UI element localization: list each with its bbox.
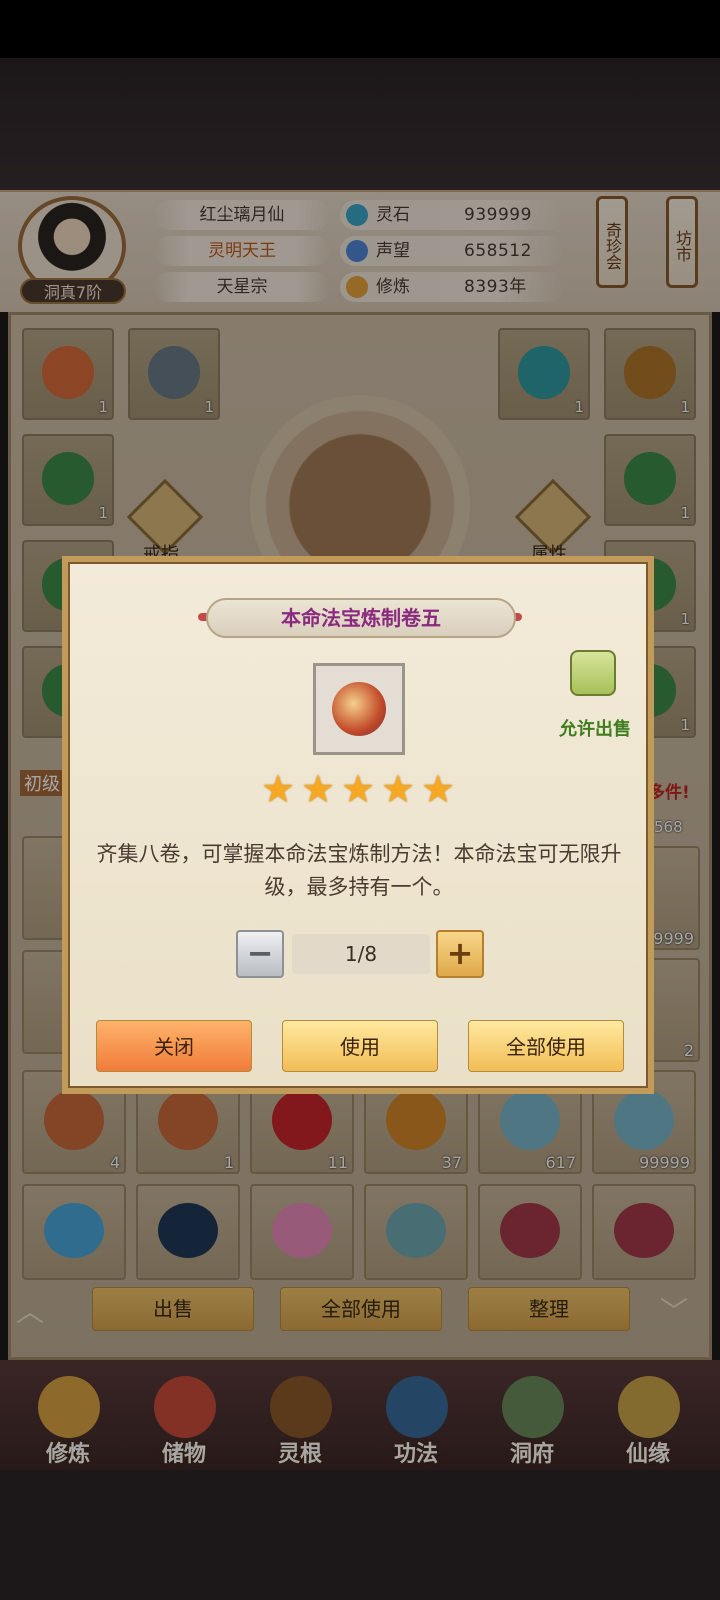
- star-icon: ★: [420, 767, 456, 811]
- use-all-dialog-button[interactable]: 全部使用: [468, 1020, 624, 1072]
- decrease-button[interactable]: −: [236, 930, 284, 978]
- use-button[interactable]: 使用: [282, 1020, 438, 1072]
- star-icon: ★: [300, 767, 336, 811]
- dialog-item-frame: [313, 663, 405, 755]
- star-icon: ★: [260, 767, 296, 811]
- status-bar: [0, 0, 720, 58]
- sell-status-label: 允许出售: [559, 719, 631, 740]
- increase-button[interactable]: +: [436, 930, 484, 978]
- item-description: 齐集八卷，可掌握本命法宝炼制方法！本命法宝可无限升级，最多持有一个。: [96, 842, 622, 899]
- close-button[interactable]: 关闭: [96, 1020, 252, 1072]
- bottom-bar: [0, 1470, 720, 1600]
- scroll-item-icon: [332, 682, 386, 736]
- star-icon: ★: [340, 767, 376, 811]
- star-icon: ★: [380, 767, 416, 811]
- quantity-field[interactable]: 1/8: [292, 934, 430, 974]
- unlock-icon[interactable]: [570, 650, 616, 696]
- dialog-title: 本命法宝炼制卷五: [206, 598, 516, 638]
